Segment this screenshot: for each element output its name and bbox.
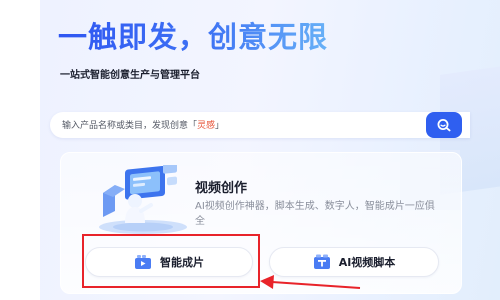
hero-subtitle: 一站式智能创意生产与管理平台 [60, 70, 200, 81]
script-icon [313, 254, 331, 270]
search-placeholder: 输入产品名称或类目，发现创意「灵感」 [62, 118, 224, 131]
placeholder-suffix: 」 [215, 121, 225, 131]
video-creation-illustration [95, 162, 191, 235]
placeholder-highlight: 灵感 [197, 121, 216, 131]
ai-video-script-label: AI视频脚本 [338, 256, 396, 269]
search-input[interactable]: 输入产品名称或类目，发现创意「灵感」 [50, 112, 470, 138]
search-icon [436, 118, 452, 132]
card-title: 视频创作 [195, 181, 248, 196]
search-button[interactable] [426, 112, 462, 138]
placeholder-prefix: 输入产品名称或类目，发现创意「 [62, 121, 198, 131]
hero-title: 一触即发，创意无限 [58, 14, 328, 56]
annotation-highlight-box [82, 234, 260, 288]
card-description: AI视频创作神器，脚本生成、数字人，智能成片一应俱全 [195, 201, 435, 227]
annotation-arrow-icon [260, 275, 361, 289]
